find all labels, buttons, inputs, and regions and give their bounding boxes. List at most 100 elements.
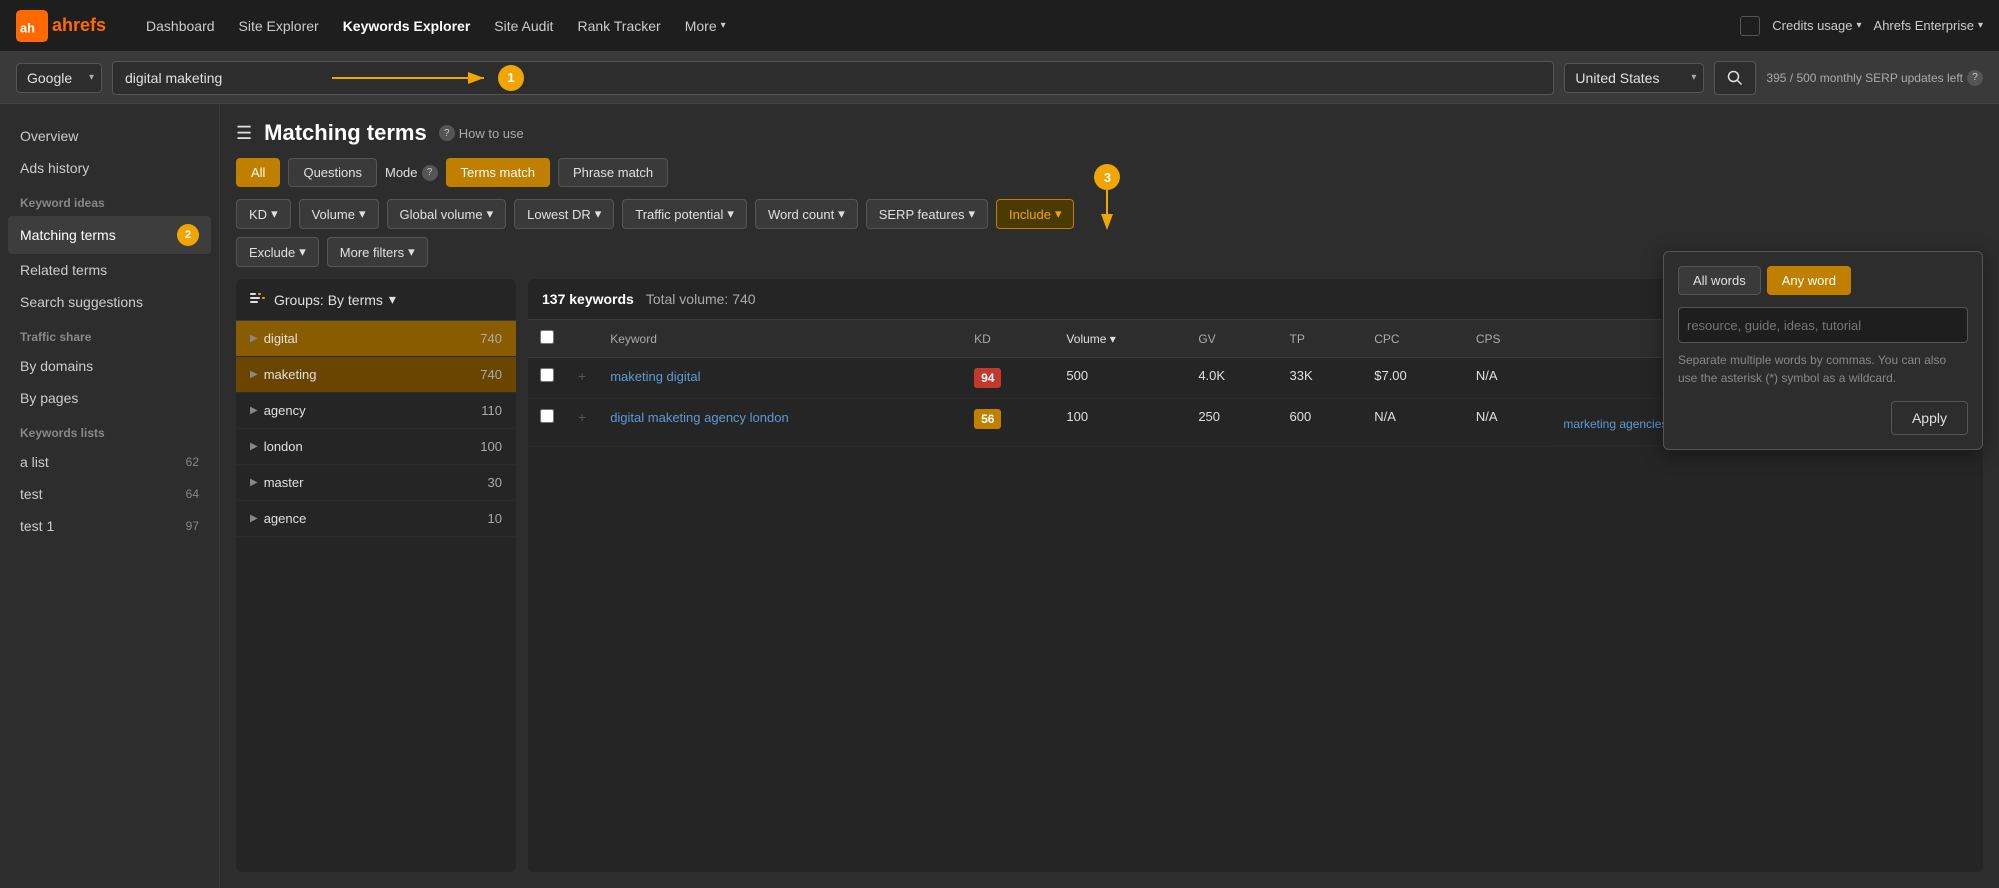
search-input[interactable] bbox=[112, 61, 1554, 95]
country-select[interactable]: United States bbox=[1564, 63, 1704, 93]
row2-tp: 600 bbox=[1278, 399, 1363, 447]
col-kd[interactable]: KD bbox=[962, 320, 1054, 358]
group-item-london[interactable]: ▶ london 100 bbox=[236, 429, 516, 465]
row1-keyword-link[interactable]: maketing digital bbox=[610, 368, 950, 386]
row1-kd-badge: 94 bbox=[974, 368, 1001, 388]
row1-checkbox bbox=[528, 358, 566, 399]
sidebar-keywords-lists-title: Keywords lists bbox=[0, 414, 219, 446]
filter-exclude[interactable]: Exclude ▾ bbox=[236, 237, 319, 267]
row1-add-icon[interactable]: + bbox=[578, 368, 586, 384]
sidebar-list-test-1[interactable]: test 1 97 bbox=[0, 510, 219, 542]
row2-kd: 56 bbox=[962, 399, 1054, 447]
group-item-agency[interactable]: ▶ agency 110 bbox=[236, 393, 516, 429]
monitor-icon[interactable] bbox=[1740, 16, 1760, 36]
col-add bbox=[566, 320, 598, 358]
nav-keywords-explorer[interactable]: Keywords Explorer bbox=[333, 12, 481, 40]
sidebar-item-ads-history[interactable]: Ads history bbox=[0, 152, 219, 184]
group-arrow-maketing: ▶ bbox=[250, 369, 258, 380]
groups-header: Groups: By terms ▾ bbox=[236, 279, 516, 321]
row1-volume: 500 bbox=[1054, 358, 1186, 399]
select-all-checkbox[interactable] bbox=[540, 330, 554, 344]
group-arrow-digital: ▶ bbox=[250, 333, 258, 344]
row2-keyword-link[interactable]: digital maketing agency london bbox=[610, 409, 950, 427]
sidebar-list-a-list[interactable]: a list 62 bbox=[0, 446, 219, 478]
toggle-all-words[interactable]: All words bbox=[1678, 266, 1761, 295]
nav-site-explorer[interactable]: Site Explorer bbox=[229, 12, 329, 40]
sidebar-list-test[interactable]: test 64 bbox=[0, 478, 219, 510]
filter-include[interactable]: Include ▾ bbox=[996, 199, 1074, 229]
sidebar-item-overview[interactable]: Overview bbox=[0, 120, 219, 152]
group-item-agence[interactable]: ▶ agence 10 bbox=[236, 501, 516, 537]
search-bar: Google ▾ 1 United States ▾ bbox=[0, 52, 1999, 104]
row1-cps: N/A bbox=[1464, 358, 1551, 399]
filter-serp-features[interactable]: SERP features ▾ bbox=[866, 199, 988, 229]
word-toggle-row: All words Any word bbox=[1678, 266, 1968, 295]
hamburger-icon[interactable]: ☰ bbox=[236, 123, 252, 144]
how-to-use-link[interactable]: ? How to use bbox=[439, 125, 524, 141]
filter-more[interactable]: More filters ▾ bbox=[327, 237, 428, 267]
groups-list: ▶ digital 740 ▶ maketing 740 bbox=[236, 321, 516, 872]
annotation-arrow-3 bbox=[1092, 190, 1122, 230]
row1-select[interactable] bbox=[540, 368, 554, 382]
search-icon bbox=[1727, 70, 1743, 86]
col-tp[interactable]: TP bbox=[1278, 320, 1363, 358]
row1-kd: 94 bbox=[962, 358, 1054, 399]
group-item-maketing[interactable]: ▶ maketing 740 bbox=[236, 357, 516, 393]
col-gv[interactable]: GV bbox=[1186, 320, 1277, 358]
logo[interactable]: ah ahrefs bbox=[16, 10, 106, 42]
top-navigation: ah ahrefs Dashboard Site Explorer Keywor… bbox=[0, 0, 1999, 52]
sidebar-item-by-pages[interactable]: By pages bbox=[0, 382, 219, 414]
serp-help-icon[interactable]: ? bbox=[1967, 70, 1983, 86]
filter-lowest-dr[interactable]: Lowest DR ▾ bbox=[514, 199, 614, 229]
nav-rank-tracker[interactable]: Rank Tracker bbox=[567, 12, 670, 40]
row2-add-icon[interactable]: + bbox=[578, 409, 586, 425]
nav-links: Dashboard Site Explorer Keywords Explore… bbox=[136, 12, 736, 40]
engine-select[interactable]: Google bbox=[16, 63, 102, 93]
sidebar-item-by-domains[interactable]: By domains bbox=[0, 350, 219, 382]
filter-global-volume[interactable]: Global volume ▾ bbox=[387, 199, 507, 229]
filter-word-count[interactable]: Word count ▾ bbox=[755, 199, 858, 229]
toggle-any-word[interactable]: Any word bbox=[1767, 266, 1851, 295]
nav-site-audit[interactable]: Site Audit bbox=[484, 12, 563, 40]
include-dropdown: All words Any word Separate multiple wor… bbox=[1663, 251, 1983, 450]
enterprise-dropdown-arrow: ▾ bbox=[1978, 20, 1983, 31]
more-filters-dropdown-arrow: ▾ bbox=[408, 244, 415, 260]
sidebar-item-related-terms[interactable]: Related terms bbox=[0, 254, 219, 286]
tab-terms-match[interactable]: Terms match bbox=[446, 158, 550, 187]
filter-row-1: KD ▾ Volume ▾ Global volume ▾ Lowest DR … bbox=[236, 199, 1983, 229]
mode-label: Mode ? bbox=[385, 165, 438, 181]
row2-select[interactable] bbox=[540, 409, 554, 423]
search-button[interactable] bbox=[1714, 61, 1756, 95]
group-arrow-agence: ▶ bbox=[250, 513, 258, 524]
credits-usage-button[interactable]: Credits usage ▾ bbox=[1772, 18, 1861, 33]
tab-all[interactable]: All bbox=[236, 158, 280, 187]
filter-kd[interactable]: KD ▾ bbox=[236, 199, 291, 229]
dr-dropdown-arrow: ▾ bbox=[595, 206, 602, 222]
row2-cps: N/A bbox=[1464, 399, 1551, 447]
groups-title[interactable]: Groups: By terms ▾ bbox=[274, 291, 396, 308]
filter-volume[interactable]: Volume ▾ bbox=[299, 199, 379, 229]
matching-terms-badge: 2 bbox=[177, 224, 199, 246]
content-area: ☰ Matching terms ? How to use All Questi… bbox=[220, 104, 1999, 888]
sidebar-item-matching-terms[interactable]: Matching terms 2 bbox=[8, 216, 211, 254]
apply-button[interactable]: Apply bbox=[1891, 401, 1968, 435]
nav-dashboard[interactable]: Dashboard bbox=[136, 12, 225, 40]
tab-phrase-match[interactable]: Phrase match bbox=[558, 158, 668, 187]
col-cps[interactable]: CPS bbox=[1464, 320, 1551, 358]
col-volume[interactable]: Volume ▾ bbox=[1054, 320, 1186, 358]
group-item-digital[interactable]: ▶ digital 740 bbox=[236, 321, 516, 357]
col-cpc[interactable]: CPC bbox=[1362, 320, 1464, 358]
tab-questions[interactable]: Questions bbox=[288, 158, 377, 187]
country-select-wrapper: United States ▾ bbox=[1564, 63, 1704, 93]
group-item-master[interactable]: ▶ master 30 bbox=[236, 465, 516, 501]
include-input[interactable] bbox=[1678, 307, 1968, 343]
row2-volume: 100 bbox=[1054, 399, 1186, 447]
sidebar-item-search-suggestions[interactable]: Search suggestions bbox=[0, 286, 219, 318]
include-dropdown-inner: All words Any word Separate multiple wor… bbox=[1664, 252, 1982, 449]
page-header: ☰ Matching terms ? How to use bbox=[236, 120, 1983, 146]
col-keyword[interactable]: Keyword bbox=[598, 320, 962, 358]
filter-traffic-potential[interactable]: Traffic potential ▾ bbox=[622, 199, 747, 229]
enterprise-button[interactable]: Ahrefs Enterprise ▾ bbox=[1874, 18, 1983, 33]
mode-help-icon[interactable]: ? bbox=[422, 165, 438, 181]
nav-more[interactable]: More ▾ bbox=[675, 12, 736, 40]
